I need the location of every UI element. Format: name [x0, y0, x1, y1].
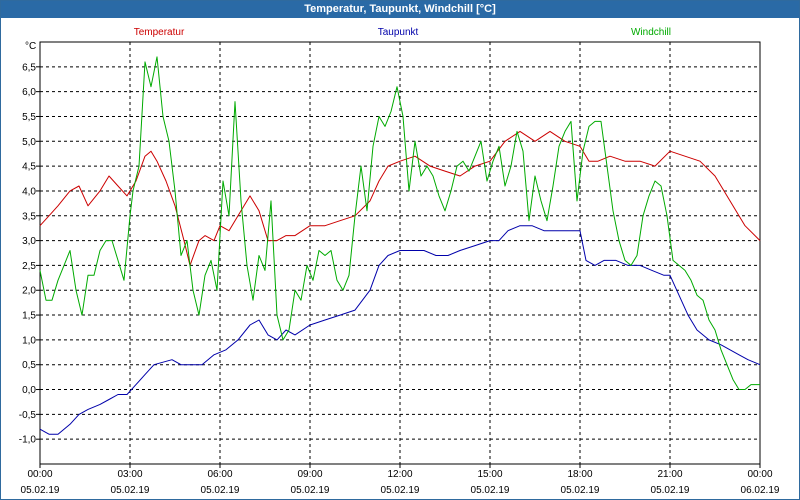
- legend-item-temperatur: Temperatur: [134, 27, 185, 38]
- x-tick-time-label: 15:00: [477, 469, 502, 480]
- y-tick-label: 1,0: [22, 335, 36, 346]
- chart-window: Temperatur, Taupunkt, Windchill [°C] -1,…: [0, 0, 800, 500]
- y-tick-label: 5,0: [22, 137, 36, 148]
- x-tick-date-label: 05.02.19: [471, 485, 510, 496]
- x-tick-time-label: 21:00: [657, 469, 682, 480]
- y-tick-label: 6,5: [22, 62, 36, 73]
- x-tick-date-label: 05.02.19: [561, 485, 600, 496]
- x-tick-date-label: 05.02.19: [651, 485, 690, 496]
- y-tick-label: -1,0: [19, 435, 37, 446]
- legend-item-windchill: Windchill: [631, 27, 671, 38]
- x-tick-date-label: 05.02.19: [201, 485, 240, 496]
- x-tick-time-label: 03:00: [117, 469, 142, 480]
- y-tick-label: 4,0: [22, 186, 36, 197]
- series-lines: [39, 56, 761, 435]
- x-tick-time-label: 00:00: [27, 469, 52, 480]
- x-tick-time-label: 09:00: [297, 469, 322, 480]
- y-tick-label: 3,0: [22, 236, 36, 247]
- x-tick-date-label: 05.02.19: [111, 485, 150, 496]
- y-tick-label: 2,5: [22, 261, 36, 272]
- grid: [40, 42, 760, 464]
- x-tick-date-label: 06.02.19: [741, 485, 780, 496]
- x-tick-time-label: 12:00: [387, 469, 412, 480]
- y-tick-label: 1,5: [22, 311, 36, 322]
- y-tick-label: 5,5: [22, 112, 36, 123]
- y-tick-label: 4,5: [22, 162, 36, 173]
- y-tick-label: 2,0: [22, 286, 36, 297]
- x-tick-time-label: 18:00: [567, 469, 592, 480]
- y-tick-label: 6,0: [22, 87, 36, 98]
- legend-item-taupunkt: Taupunkt: [378, 27, 419, 38]
- x-tick-date-label: 05.02.19: [21, 485, 60, 496]
- y-axis-ticks: -1,0 -0,5 0,0 0,5 1,0 1,5 2,0 2,5 3,0 3,5 4,0 4,5 5,…: [19, 62, 40, 446]
- y-axis-unit-label: °C: [25, 41, 36, 52]
- x-axis-ticks: 00:00 05.02.19 03:00 05.02.19 06:00 05.02.19 0…: [21, 464, 780, 496]
- x-tick-time-label: 00:00: [747, 469, 772, 480]
- x-tick-date-label: 05.02.19: [291, 485, 330, 496]
- line-chart: -1,0 -0,5 0,0 0,5 1,0 1,5 2,0 2,5 3,0 3,5 4,0 4,5 5,…: [19, 27, 780, 496]
- y-tick-label: 3,5: [22, 211, 36, 222]
- y-tick-label: 0,0: [22, 385, 36, 396]
- legend: Temperatur Taupunkt Windchill: [134, 27, 671, 38]
- y-tick-label: -0,5: [19, 410, 37, 421]
- x-tick-time-label: 06:00: [207, 469, 232, 480]
- x-tick-date-label: 05.02.19: [381, 485, 420, 496]
- y-tick-label: 0,5: [22, 360, 36, 371]
